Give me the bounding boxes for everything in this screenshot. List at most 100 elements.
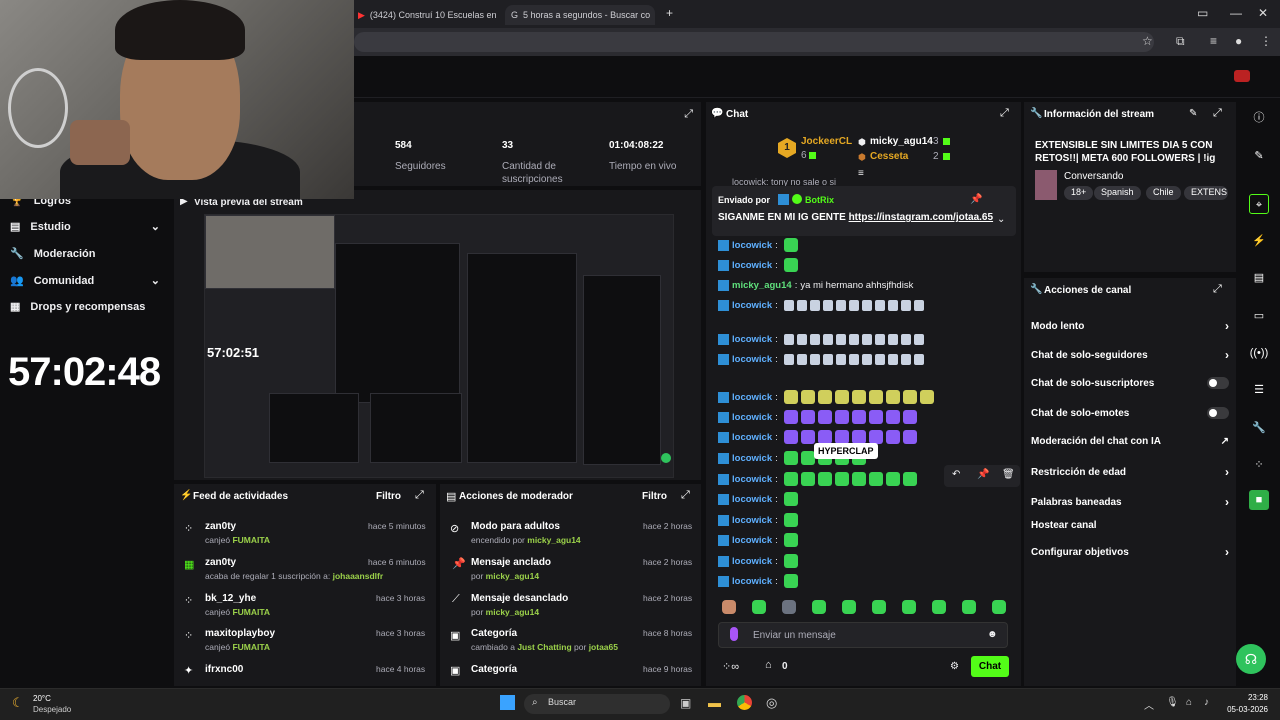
- emote-icon[interactable]: [902, 430, 917, 444]
- url-field[interactable]: [354, 32, 1154, 52]
- extensions-icon[interactable]: ⧉: [1176, 34, 1185, 49]
- emote-icon[interactable]: [783, 410, 798, 424]
- stream-preview-image[interactable]: 57:02:51: [204, 214, 674, 478]
- emote-icon[interactable]: [868, 430, 883, 444]
- emote-icon[interactable]: [851, 472, 866, 486]
- mod-action-user[interactable]: micky_agu14: [486, 607, 539, 617]
- chat-message[interactable]: locowick:: [718, 238, 798, 252]
- chat-username[interactable]: locowick: [732, 556, 772, 567]
- emote-icon[interactable]: [913, 334, 924, 345]
- emote-icon[interactable]: [809, 354, 820, 365]
- expand-icon[interactable]: ⤢: [681, 489, 690, 502]
- profile-icon[interactable]: ●: [1235, 34, 1242, 48]
- points-icon[interactable]: ⁘: [1249, 455, 1269, 475]
- chat-username[interactable]: locowick: [732, 474, 772, 485]
- feed-item-name[interactable]: zan0ty: [205, 521, 236, 532]
- close-tab-icon[interactable]: ✕: [502, 10, 503, 21]
- emote-icon[interactable]: [783, 451, 798, 465]
- chat-username[interactable]: locowick: [732, 535, 772, 546]
- minimize-icon[interactable]: —: [1230, 6, 1242, 20]
- channel-action-row[interactable]: Moderación del chat con IA ↗: [1031, 436, 1229, 447]
- emote-icon[interactable]: [783, 492, 798, 506]
- emote-icon[interactable]: [800, 430, 815, 444]
- edit-icon[interactable]: ✎: [1189, 108, 1197, 119]
- emote-icon[interactable]: [834, 390, 849, 404]
- store-icon[interactable]: ⌂: [765, 659, 772, 671]
- menu-icon[interactable]: ⋮: [1260, 34, 1272, 48]
- emote-icon[interactable]: [835, 300, 846, 311]
- chat-message[interactable]: locowick:: [718, 554, 798, 568]
- mod-action-category[interactable]: Just Chatting: [517, 642, 571, 652]
- chat-message[interactable]: locowick:: [718, 472, 917, 486]
- emote-icon[interactable]: [783, 430, 798, 444]
- emote-icon[interactable]: [783, 334, 794, 345]
- emoji-icon[interactable]: ☻: [987, 629, 998, 640]
- mod-filter-button[interactable]: Filtro: [642, 491, 667, 502]
- feed-item-name[interactable]: maxitoplayboy: [205, 628, 275, 639]
- avatar[interactable]: [1234, 70, 1250, 82]
- channel-action-row[interactable]: Chat de solo-seguidores ›: [1031, 348, 1229, 362]
- list-icon[interactable]: ☰: [1249, 380, 1269, 400]
- mic-tray-icon[interactable]: 🎙: [1166, 697, 1179, 708]
- green-box-icon[interactable]: ■: [1249, 490, 1269, 510]
- leaderboard-first-name[interactable]: JockeerCL: [801, 136, 852, 147]
- emote-icon[interactable]: [848, 300, 859, 311]
- channel-action-row[interactable]: Modo lento ›: [1031, 319, 1229, 333]
- expand-icon[interactable]: ⤢: [415, 489, 424, 502]
- emote-icon[interactable]: [900, 354, 911, 365]
- leaderboard-third-name[interactable]: Cesseta: [870, 151, 908, 162]
- send-chat-button[interactable]: Chat: [971, 656, 1009, 677]
- emote-icon[interactable]: [851, 430, 866, 444]
- channel-action-row[interactable]: Hostear canal: [1031, 520, 1229, 531]
- emote-icon[interactable]: [834, 472, 849, 486]
- network-icon[interactable]: ⌂: [1186, 697, 1192, 708]
- sidebar-item-moderacion[interactable]: 🔧 Moderación: [10, 247, 160, 261]
- emote-icon[interactable]: [783, 300, 794, 311]
- channel-action-row[interactable]: Restricción de edad ›: [1031, 465, 1229, 479]
- quick-emote-icon[interactable]: [872, 600, 886, 614]
- quick-emote-icon[interactable]: [752, 600, 766, 614]
- channel-action-row[interactable]: Chat de solo-emotes: [1031, 407, 1229, 419]
- mod-action-user[interactable]: micky_agu14: [486, 571, 539, 581]
- chat-username[interactable]: micky_agu14: [732, 280, 792, 291]
- emote-icon[interactable]: [919, 390, 934, 404]
- emote-icon[interactable]: [800, 451, 815, 465]
- chat-message[interactable]: locowick:: [718, 533, 798, 547]
- reply-icon[interactable]: ↶: [952, 469, 960, 480]
- emote-icon[interactable]: [848, 354, 859, 365]
- emote-icon[interactable]: [885, 410, 900, 424]
- expand-icon[interactable]: ⤢: [1213, 283, 1222, 296]
- chat-message[interactable]: locowick:: [718, 390, 934, 404]
- chat-bubble-icon[interactable]: ▭: [1249, 306, 1269, 326]
- quick-emote-icon[interactable]: [992, 600, 1006, 614]
- mic-icon[interactable]: [730, 627, 738, 641]
- folder-icon[interactable]: ▬: [708, 695, 721, 710]
- emote-icon[interactable]: [835, 334, 846, 345]
- chrome-icon[interactable]: [737, 695, 752, 710]
- emote-icon[interactable]: [783, 390, 798, 404]
- emote-icon[interactable]: [783, 554, 798, 568]
- browser-tab-2[interactable]: G 5 horas a segundos - Buscar co ✕: [505, 5, 655, 25]
- chat-username[interactable]: locowick: [732, 240, 772, 251]
- lightning-icon[interactable]: ⚡: [1249, 231, 1269, 251]
- sidebar-item-comunidad[interactable]: 👥 Comunidad ⌄: [10, 274, 160, 288]
- chat-username[interactable]: locowick: [732, 453, 772, 464]
- channel-action-row[interactable]: Palabras baneadas ›: [1031, 495, 1229, 509]
- emote-icon[interactable]: [800, 410, 815, 424]
- obs-icon[interactable]: ◎: [766, 695, 777, 711]
- chat-username[interactable]: locowick: [732, 354, 772, 365]
- emote-icon[interactable]: [809, 300, 820, 311]
- emote-icon[interactable]: [817, 410, 832, 424]
- expand-icon[interactable]: ⤢: [1213, 107, 1222, 120]
- chat-username[interactable]: locowick: [732, 432, 772, 443]
- emote-icon[interactable]: [885, 390, 900, 404]
- chevron-down-icon[interactable]: ⌄: [997, 214, 1005, 225]
- broadcast-icon[interactable]: ((•)): [1249, 343, 1269, 363]
- quick-emote-icon[interactable]: [842, 600, 856, 614]
- chat-message[interactable]: locowick:: [718, 334, 924, 345]
- emote-icon[interactable]: [783, 533, 798, 547]
- emote-icon[interactable]: [874, 334, 885, 345]
- mod-action-user[interactable]: jotaa65: [589, 642, 618, 652]
- emote-icon[interactable]: [834, 430, 849, 444]
- emote-icon[interactable]: [796, 300, 807, 311]
